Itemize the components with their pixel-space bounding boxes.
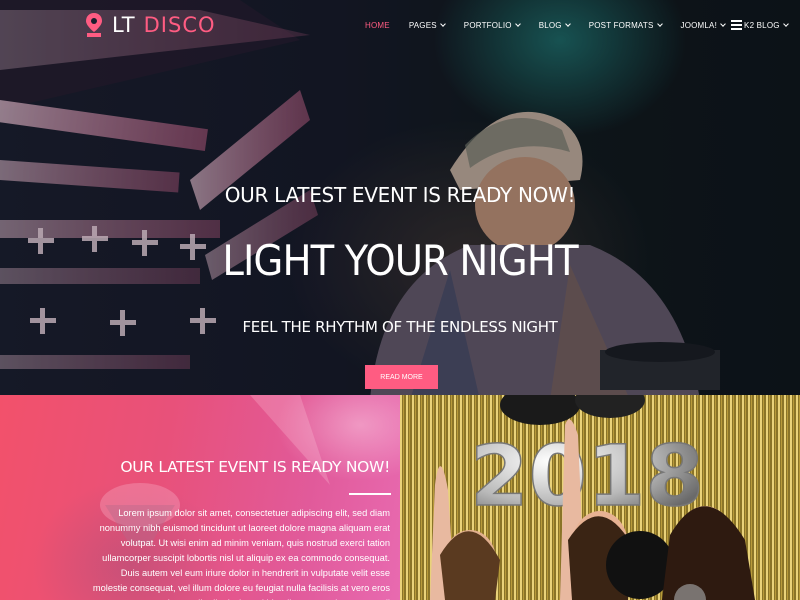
party-photo: 2018: [400, 395, 800, 600]
nav-item-portfolio[interactable]: PORTFOLIO: [463, 21, 521, 30]
nav-item-label: BLOG: [538, 21, 562, 30]
nav-item-label: PORTFOLIO: [463, 21, 512, 30]
map-pin-logo-icon: [86, 13, 102, 37]
new-year-party-image: 2018: [400, 395, 800, 600]
nav-item-pages[interactable]: PAGES: [408, 21, 446, 30]
nav-item-label: K2 BLOG: [744, 21, 780, 30]
chevron-down-icon: [656, 21, 663, 27]
chevron-down-icon: [564, 21, 571, 27]
chevron-down-icon: [514, 21, 521, 27]
top-navigation: LT DISCO HOME PAGES PORTFOLIO BLOG POST …: [0, 0, 800, 52]
site-logo[interactable]: LT DISCO: [84, 12, 216, 38]
nav-item-label: JOOMLA!: [680, 21, 718, 30]
hamburger-icon[interactable]: [731, 20, 742, 30]
nav-item-post-formats[interactable]: POST FORMATS: [588, 21, 663, 30]
read-more-button[interactable]: READ MORE: [365, 365, 438, 389]
chevron-down-icon: [439, 21, 446, 27]
balloon-number-text: 2018: [470, 427, 704, 525]
nav-item-label: PAGES: [408, 21, 437, 30]
event-section-title: OUR LATEST EVENT IS READY NOW!: [120, 458, 390, 476]
nav-item-k2-blog[interactable]: K2 BLOG: [744, 21, 789, 30]
logo-text-prefix: LT: [112, 13, 136, 37]
hero-tagline: FEEL THE RHYTHM OF THE ENDLESS NIGHT: [242, 318, 558, 336]
nav-item-home[interactable]: HOME: [365, 21, 390, 30]
nav-item-label: HOME: [365, 21, 390, 30]
event-description: Lorem ipsum dolor sit amet, consectetuer…: [92, 508, 390, 600]
chevron-down-icon: [720, 21, 726, 27]
chevron-down-icon: [782, 21, 789, 27]
nav-item-joomla[interactable]: JOOMLA!: [681, 21, 726, 30]
logo-text-name: DISCO: [143, 13, 216, 37]
hero-subtitle: OUR LATEST EVENT IS READY NOW!: [224, 183, 576, 207]
hero-title: LIGHT YOUR NIGHT: [222, 236, 578, 285]
title-divider: [349, 493, 391, 495]
nav-item-label: POST FORMATS: [588, 21, 654, 30]
nav-item-blog[interactable]: BLOG: [538, 21, 571, 30]
